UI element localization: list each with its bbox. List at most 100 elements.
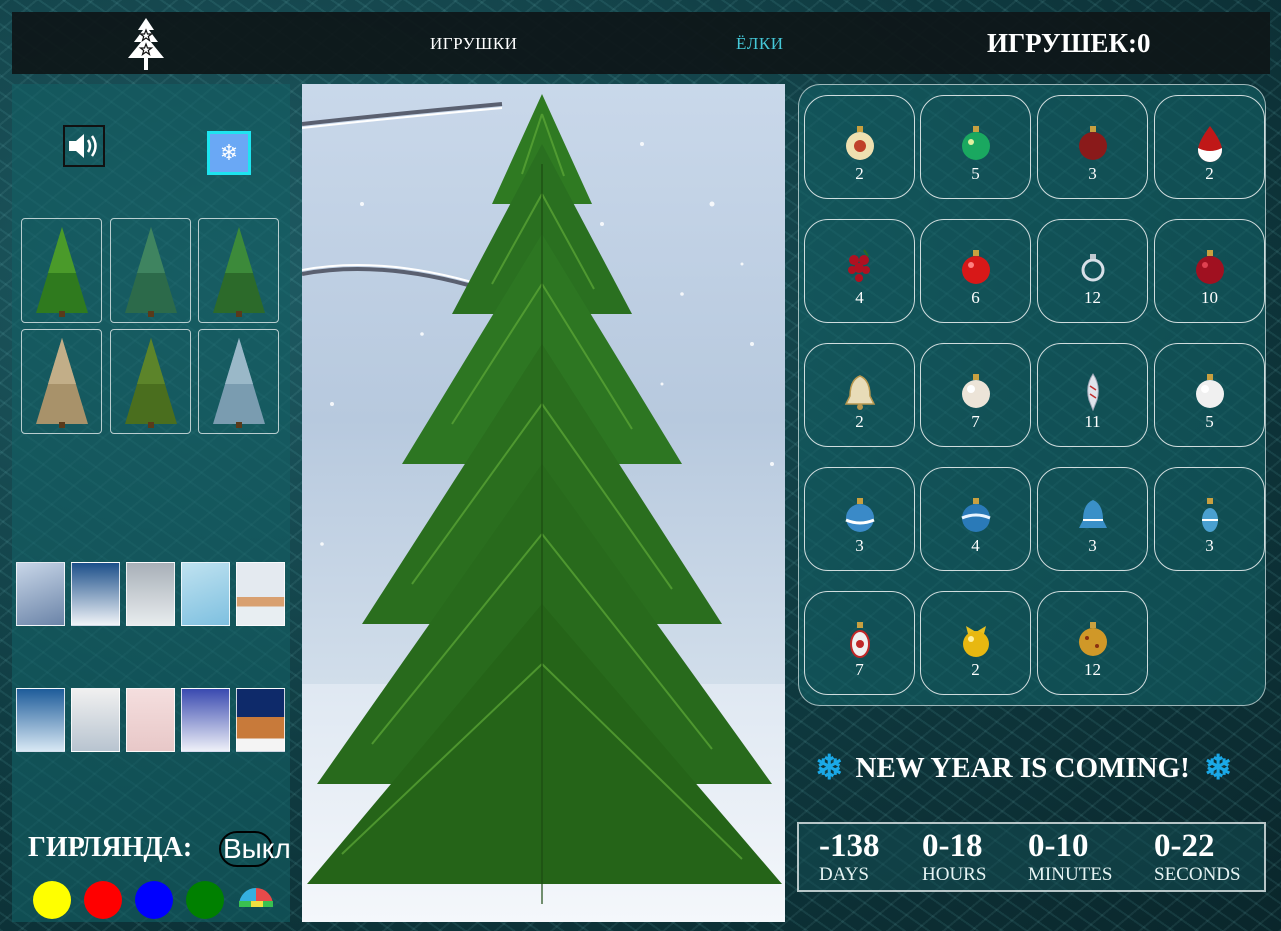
icicle-ornament-icon	[1087, 373, 1099, 412]
ring-ornament-icon	[1081, 254, 1105, 282]
background-option[interactable]	[181, 688, 230, 752]
toys-counter-value: 0	[1137, 28, 1151, 58]
toy-count: 11	[1084, 412, 1101, 431]
tree-option[interactable]	[21, 329, 102, 434]
toy-count: 5	[1205, 412, 1214, 431]
toy-item[interactable]: 2	[920, 591, 1031, 695]
toy-item[interactable]: 5	[920, 95, 1031, 199]
ornament-ball-icon	[1196, 250, 1224, 284]
nav-trees-link[interactable]: ЁЛКИ	[736, 34, 784, 54]
garland-toggle[interactable]: Выкл	[219, 831, 291, 867]
egg-ornament-icon	[1202, 498, 1218, 532]
toy-count: 2	[855, 412, 864, 431]
toy-count: 2	[1205, 164, 1214, 183]
background-option[interactable]	[236, 562, 285, 626]
background-option[interactable]	[126, 562, 175, 626]
toy-count: 4	[855, 288, 864, 307]
ornament-ball-icon	[846, 126, 874, 160]
new-year-title: NEW YEAR IS COMING!	[855, 751, 1190, 784]
tree-canvas[interactable]	[302, 84, 785, 922]
bell-ornament-icon	[844, 375, 876, 410]
ornament-ball-icon	[962, 126, 990, 160]
countdown-days: -138 DAYS	[819, 828, 880, 886]
garland-color-multi[interactable]	[237, 883, 275, 909]
toy-count: 12	[1084, 288, 1101, 307]
tree-option[interactable]	[21, 218, 102, 323]
countdown-days-label: DAYS	[819, 864, 869, 885]
toy-count: 6	[971, 288, 980, 307]
toy-item[interactable]: 6	[920, 219, 1031, 323]
background-option[interactable]	[126, 688, 175, 752]
background-option[interactable]	[236, 688, 285, 752]
toys-counter-label: ИГРУШЕК:	[987, 28, 1138, 58]
countdown-days-value: -138	[819, 828, 880, 864]
ornament-ball-icon	[1079, 622, 1107, 656]
fir-tree-icon	[124, 337, 177, 428]
toy-item[interactable]: 10	[1154, 219, 1265, 323]
tree-logo-icon[interactable]	[124, 14, 168, 74]
ornament-ball-icon	[962, 250, 990, 284]
toy-count: 3	[1205, 536, 1214, 555]
countdown-hours-label: HOURS	[922, 864, 987, 885]
toy-item[interactable]: 12	[1037, 591, 1148, 695]
settings-panel: ❄ ГИРЛЯНДА: Выкл	[12, 84, 291, 922]
countdown-seconds-label: SECONDS	[1154, 864, 1241, 885]
countdown-hours-value: 0-18	[922, 828, 983, 864]
countdown-minutes-value: 0-10	[1028, 828, 1089, 864]
background-option[interactable]	[71, 562, 120, 626]
sound-toggle-button[interactable]	[63, 125, 105, 167]
toy-count: 3	[855, 536, 864, 555]
fir-tree-icon	[212, 337, 265, 428]
tree-option[interactable]	[110, 329, 191, 434]
nav-toys-link[interactable]: ИГРУШКИ	[430, 34, 517, 54]
snowflake-icon: ❄	[219, 140, 239, 165]
snowflake-icon: ❄	[1203, 750, 1233, 787]
tree-option[interactable]	[198, 218, 279, 323]
garland-color-yellow[interactable]	[33, 881, 71, 919]
fir-tree-icon	[124, 226, 177, 317]
tree-option[interactable]	[110, 218, 191, 323]
toy-count: 3	[1088, 164, 1097, 183]
toy-item[interactable]: 4	[804, 219, 915, 323]
snow-toggle-button[interactable]: ❄	[207, 131, 251, 175]
toys-counter: ИГРУШЕК:0	[987, 28, 1151, 59]
countdown-seconds-value: 0-22	[1154, 828, 1215, 864]
toy-item[interactable]: 2	[804, 343, 915, 447]
toy-item[interactable]: 3	[1154, 467, 1265, 571]
countdown-seconds: 0-22 SECONDS	[1154, 828, 1241, 886]
new-year-banner: ❄ NEW YEAR IS COMING! ❄	[815, 748, 1255, 788]
toy-item[interactable]: 12	[1037, 219, 1148, 323]
ornament-ball-icon	[961, 498, 991, 532]
toy-item[interactable]: 2	[804, 95, 915, 199]
ornament-ball-icon	[1079, 126, 1107, 160]
garland-color-blue[interactable]	[135, 881, 173, 919]
toy-count: 10	[1201, 288, 1218, 307]
snowflake-icon: ❄	[815, 750, 844, 787]
toy-item[interactable]: 4	[920, 467, 1031, 571]
background-option[interactable]	[16, 562, 65, 626]
garland-color-green[interactable]	[186, 881, 224, 919]
countdown-minutes: 0-10 MINUTES	[1028, 828, 1112, 886]
garland-color-red[interactable]	[84, 881, 122, 919]
background-option[interactable]	[16, 688, 65, 752]
ornament-ball-icon	[1196, 374, 1224, 408]
toy-count: 2	[971, 660, 980, 679]
toy-item[interactable]: 11	[1037, 343, 1148, 447]
tree-option[interactable]	[198, 329, 279, 434]
toy-item[interactable]: 3	[1037, 467, 1148, 571]
toy-item[interactable]: 3	[804, 467, 915, 571]
fir-tree-icon	[35, 337, 88, 428]
countdown-hours: 0-18 HOURS	[922, 828, 986, 886]
header: ИГРУШКИ ЁЛКИ ИГРУШЕК:0	[12, 12, 1270, 74]
background-option[interactable]	[181, 562, 230, 626]
toy-item[interactable]: 3	[1037, 95, 1148, 199]
toy-item[interactable]: 2	[1154, 95, 1265, 199]
ornament-ball-icon	[962, 374, 990, 408]
lantern-ornament-icon	[850, 622, 870, 658]
toy-item[interactable]: 7	[804, 591, 915, 695]
toy-item[interactable]: 5	[1154, 343, 1265, 447]
toy-count: 5	[971, 164, 980, 183]
toy-item[interactable]: 7	[920, 343, 1031, 447]
toy-count: 4	[971, 536, 980, 555]
background-option[interactable]	[71, 688, 120, 752]
